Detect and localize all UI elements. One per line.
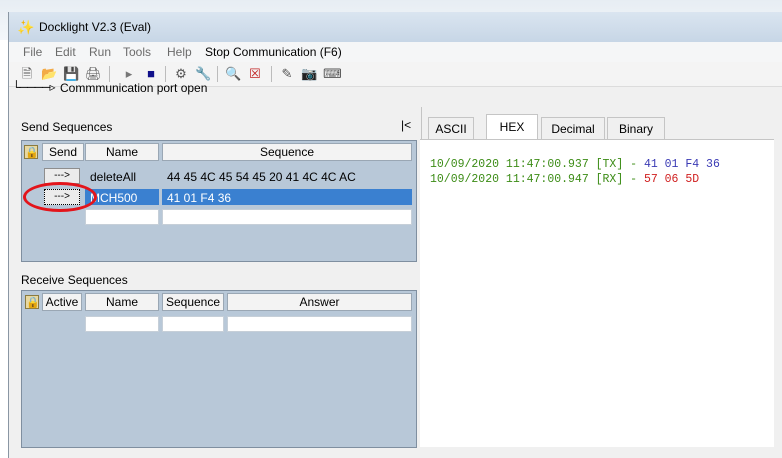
settings-icon[interactable]: ⚙: [173, 66, 189, 82]
port-status-text: Commmunication port open: [60, 81, 208, 95]
keyboard-icon[interactable]: ⌨: [323, 66, 342, 82]
log-line: 10/09/2020 11:47:00.947 [RX] - 57 06 5D: [430, 173, 699, 186]
header-sequence[interactable]: Sequence: [162, 143, 412, 161]
menu-stop-communication[interactable]: Stop Communication (F6): [205, 45, 342, 59]
table-cell-empty[interactable]: [162, 316, 224, 332]
log-prefix: 10/09/2020 11:47:00.937 [TX] -: [430, 158, 644, 171]
wrench-icon[interactable]: 🔧: [195, 66, 211, 82]
log-prefix: 10/09/2020 11:47:00.947 [RX] -: [430, 173, 644, 186]
toolbar-separator: [271, 66, 272, 82]
table-cell-empty[interactable]: [85, 316, 159, 332]
camera-icon[interactable]: 📷: [301, 66, 317, 82]
table-cell-sequence[interactable]: 44 45 4C 45 54 45 20 41 4C 4C AC: [162, 168, 412, 184]
header-active[interactable]: Active: [42, 293, 82, 311]
run-play-icon[interactable]: ▸: [121, 66, 137, 82]
tab-binary[interactable]: Binary: [607, 117, 665, 139]
menu-help[interactable]: Help: [167, 45, 192, 59]
tab-decimal[interactable]: Decimal: [541, 117, 605, 139]
menu-run[interactable]: Run: [89, 45, 111, 59]
table-cell-sequence[interactable]: 41 01 F4 36: [162, 189, 412, 205]
send-sequences-title: Send Sequences: [21, 120, 113, 134]
lock-icon[interactable]: 🔒: [25, 295, 40, 309]
log-data: 41 01 F4 36: [643, 158, 720, 171]
menu-file[interactable]: File: [23, 45, 42, 59]
tab-ascii[interactable]: ASCII: [428, 117, 474, 139]
table-cell-empty[interactable]: [85, 209, 159, 225]
edit-icon[interactable]: ✎: [279, 66, 295, 82]
clear-icon[interactable]: ☒: [247, 66, 263, 82]
collapse-panel-button[interactable]: |<: [401, 118, 411, 132]
tab-hex[interactable]: HEX: [486, 114, 538, 139]
table-cell-empty[interactable]: [227, 316, 412, 332]
find-binoculars-icon[interactable]: 🔍: [225, 66, 241, 82]
header-answer[interactable]: Answer: [227, 293, 412, 311]
docklight-logo-icon: ✨: [17, 19, 35, 35]
toolbar-separator: [217, 66, 218, 82]
menu-tools[interactable]: Tools: [123, 45, 151, 59]
table-cell-name[interactable]: deleteAll: [85, 168, 159, 184]
header-send[interactable]: Send: [42, 143, 84, 161]
receive-sequences-table: [21, 290, 417, 448]
table-cell-empty[interactable]: [162, 209, 412, 225]
toolbar-separator: [165, 66, 166, 82]
save-icon[interactable]: 💾: [63, 66, 79, 82]
lock-icon[interactable]: 🔒: [24, 145, 39, 159]
window-title: Docklight V2.3 (Eval): [39, 20, 152, 34]
stop-icon[interactable]: ■: [143, 66, 159, 82]
log-data: 57 06 5D: [643, 173, 700, 186]
header-name[interactable]: Name: [85, 143, 159, 161]
annotation-circle: [23, 182, 97, 212]
menu-edit[interactable]: Edit: [55, 45, 76, 59]
header-name[interactable]: Name: [85, 293, 159, 311]
port-connected-icon: └────▹: [12, 80, 56, 94]
toolbar-separator: [109, 66, 110, 82]
log-line: 10/09/2020 11:47:00.937 [TX] - 41 01 F4 …: [430, 158, 720, 171]
receive-sequences-title: Receive Sequences: [21, 273, 128, 287]
print-icon[interactable]: 🖨: [85, 66, 102, 82]
header-sequence[interactable]: Sequence: [162, 293, 224, 311]
